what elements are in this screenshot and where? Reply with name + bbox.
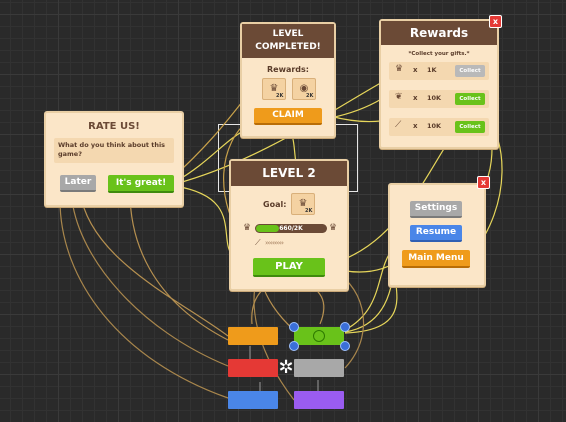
bag-icon: ♛ — [329, 223, 338, 233]
target-icon — [313, 330, 325, 342]
rate-us-question: What do you think about this game? — [58, 141, 166, 158]
goal-amount: 2K — [305, 208, 313, 214]
goal-label: Goal: — [263, 200, 287, 209]
blue-node[interactable] — [228, 391, 278, 409]
green-node[interactable] — [294, 327, 344, 345]
play-button[interactable]: PLAY — [253, 258, 325, 277]
reward-amount: 10K — [427, 122, 442, 130]
reward-row: ❦ x 10K Collect — [389, 90, 489, 108]
rate-us-title: RATE US! — [88, 121, 140, 132]
level-completed-panel: LEVEL COMPLETED! Rewards: ♛ 2K ◉ 2K CLAI… — [240, 22, 336, 138]
level-completed-title: LEVEL COMPLETED! — [255, 29, 321, 52]
close-icon: x — [480, 178, 487, 187]
resume-button[interactable]: Resume — [410, 225, 462, 242]
rewards-close-button[interactable]: x — [489, 15, 502, 28]
rewards-subtitle: *Collect your gifts.* — [408, 51, 470, 57]
reward-2-amount: 2K — [306, 93, 314, 99]
level-2-title: LEVEL 2 — [262, 166, 316, 180]
pause-close-button[interactable]: x — [477, 176, 490, 189]
orange-node[interactable] — [228, 327, 278, 345]
resize-handle-br[interactable] — [340, 341, 350, 351]
reward-amount: 10K — [427, 94, 442, 102]
resize-handle-tl[interactable] — [289, 322, 299, 332]
rewards-label: Rewards: — [266, 65, 309, 74]
close-icon: x — [492, 17, 499, 26]
reward-multiplier: x — [413, 66, 418, 74]
collect-button[interactable]: Collect — [455, 93, 485, 105]
reward-multiplier: x — [413, 94, 418, 102]
later-button[interactable]: Later — [60, 175, 96, 192]
goal-progress-text: 660/2K — [279, 225, 303, 232]
reward-1-amount: 2K — [276, 93, 284, 99]
purple-node[interactable] — [294, 391, 344, 409]
reward-amount: 1K — [427, 66, 437, 74]
pause-panel: Settings Resume Main Menu — [388, 183, 486, 287]
crown-icon: ♛ — [243, 223, 252, 233]
settings-button[interactable]: Settings — [410, 201, 462, 218]
rate-us-panel: RATE US! What do you think about this ga… — [44, 111, 184, 207]
leaf-icon: ❦ — [395, 92, 403, 102]
feather-icon: ⟋ — [255, 238, 261, 247]
feather-icon: ⟋ — [395, 120, 402, 130]
red-node[interactable] — [228, 359, 278, 377]
rewards-title: Rewards — [409, 26, 469, 40]
goal-progress-bar: 660/2K — [255, 224, 327, 233]
crown-icon: ♛ — [395, 64, 404, 74]
main-menu-button[interactable]: Main Menu — [402, 250, 470, 268]
resize-handle-bl[interactable] — [289, 341, 299, 351]
reward-row: ⟋ x 10K Collect — [389, 118, 489, 136]
collect-button[interactable]: Collect — [455, 65, 485, 77]
move-cursor-icon: ✲ — [278, 357, 294, 378]
gray-node[interactable] — [294, 359, 344, 377]
rewards-panel: Rewards *Collect your gifts.* ♛ x 1K Collec… — [379, 19, 499, 149]
chevron-strip: ›››››››››› — [265, 239, 284, 247]
reward-multiplier: x — [413, 122, 418, 130]
reward-row: ♛ x 1K Collect — [389, 62, 489, 80]
collect-button[interactable]: Collect — [455, 121, 485, 133]
claim-button[interactable]: CLAIM — [254, 108, 322, 125]
resize-handle-tr[interactable] — [340, 322, 350, 332]
level-2-panel: LEVEL 2 Goal: ♛ 2K ♛ 660/2K ♛ ⟋ ››››››››… — [229, 159, 349, 291]
its-great-button[interactable]: It's great! — [108, 175, 174, 193]
